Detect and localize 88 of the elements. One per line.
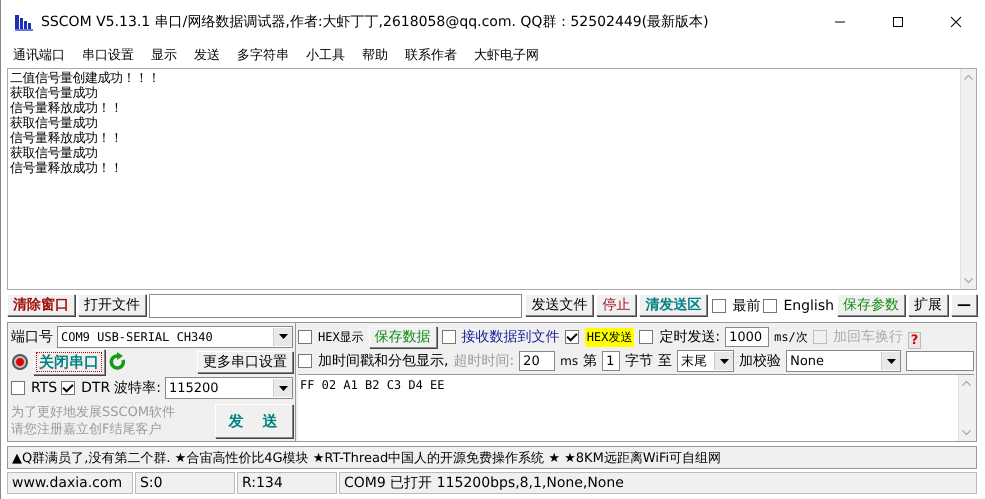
stop-button[interactable]: 停止 [596, 294, 636, 316]
menu-item[interactable]: 通讯端口 [13, 46, 65, 64]
refresh-icon [109, 352, 127, 372]
port-dropdown[interactable]: COM9 USB-SERIAL CH340 [57, 326, 293, 348]
checkbox-label: 加回车换行 [832, 328, 903, 346]
file-path-field[interactable] [149, 294, 522, 318]
caret-icon [278, 334, 288, 340]
status-cell: COM9 已打开 115200bps,8,1,None,None [339, 472, 977, 494]
checkbox[interactable] [564, 330, 579, 344]
app-icon [14, 13, 34, 31]
timeout-field[interactable]: 20 [519, 351, 556, 371]
save-params-button[interactable]: 保存参数 [837, 294, 905, 316]
checkbox[interactable] [298, 354, 312, 368]
maximize-icon [892, 16, 904, 28]
send-button[interactable]: 发 送 [215, 404, 293, 438]
text-line: 信号量释放成功！！ [10, 101, 124, 116]
text-line: 获取信号量成功 [10, 146, 98, 161]
checkbox[interactable] [639, 330, 654, 344]
unit-label: ms/次 [774, 328, 808, 346]
close-port-button[interactable]: 关闭串口 [33, 349, 105, 376]
menu-item[interactable]: 联系作者 [405, 46, 457, 64]
text-line: 信号量释放成功！！ [10, 161, 124, 176]
scrollbar[interactable] [960, 69, 976, 289]
baud-dropdown[interactable]: 115200 [164, 377, 293, 400]
checkbox[interactable] [61, 381, 76, 396]
to-label: 至 [658, 352, 672, 370]
text-line: 获取信号量成功 [10, 116, 98, 131]
status-cell: R:134 [237, 472, 337, 494]
menu-item[interactable]: 多字符串 [237, 46, 289, 64]
menu-item[interactable]: 帮助 [362, 46, 388, 64]
menu-item[interactable]: 小工具 [306, 46, 345, 64]
checksum-dropdown[interactable]: None [786, 350, 902, 372]
port-label: 端口号 [11, 328, 53, 346]
checkbox-label: HEX发送 [584, 328, 634, 346]
clear-window-button[interactable]: 清除窗口 [7, 294, 75, 316]
from-byte-field[interactable]: 1 [602, 351, 620, 371]
checkbox[interactable] [442, 330, 456, 344]
status-cell: S:0 [135, 472, 235, 494]
extra-field[interactable] [906, 351, 974, 371]
scroll-down-icon [964, 278, 973, 283]
more-settings-button[interactable]: 更多串口设置 [197, 351, 293, 374]
checkbox-label: HEX显示 [318, 328, 364, 346]
checkbox[interactable] [712, 299, 726, 313]
checkbox-label: 接收数据到文件 [462, 328, 560, 346]
status-cell: www.daxia.com [7, 472, 133, 494]
menu-item[interactable]: 显示 [151, 46, 177, 64]
collapse-button[interactable]: — [951, 294, 977, 316]
caret-icon [886, 358, 896, 364]
text-line: 信号量释放成功！！ [10, 131, 124, 146]
interval-field[interactable]: 1000 [725, 327, 770, 347]
from-label: 第 [583, 352, 598, 370]
checkbox-label: 加时间戳和分包显示, [318, 352, 448, 370]
timeout-label: 超时时间: [453, 352, 514, 370]
menu-item[interactable]: 大虾电子网 [474, 46, 539, 64]
byte-label: 字节 [625, 352, 654, 370]
scrollbar[interactable] [958, 375, 974, 441]
promo-text: 请您注册嘉立创F结尾客户 [11, 421, 162, 438]
open-file-button[interactable]: 打开文件 [78, 294, 146, 316]
checkbox-label: RTS [31, 380, 58, 396]
menu-item[interactable]: 串口设置 [82, 46, 134, 64]
save-data-button[interactable]: 保存数据 [368, 326, 437, 348]
checksum-label: 加校验 [739, 352, 782, 370]
checkbox-label: 最前 [732, 297, 760, 315]
text-line: 二值信号量创建成功！！！ [10, 71, 161, 86]
close-icon [950, 16, 962, 28]
send-file-button[interactable]: 发送文件 [525, 294, 594, 316]
scroll-up-icon [962, 381, 971, 386]
caret-icon [720, 358, 729, 364]
checkbox-label: 定时发送: [659, 328, 720, 346]
checkbox[interactable] [298, 330, 312, 344]
scroll-down-icon [962, 430, 971, 435]
to-dropdown[interactable]: 末尾 [677, 350, 734, 372]
checkbox[interactable] [763, 299, 778, 313]
menu-item[interactable]: 发送 [194, 46, 220, 64]
checkbox-label: DTR [81, 380, 110, 396]
help-icon[interactable]: ? [908, 332, 922, 349]
text-line: 获取信号量成功 [10, 86, 98, 101]
clear-send-button[interactable]: 清发送区 [639, 294, 708, 316]
window-title: SSCOM V5.13.1 串口/网络数据调试器,作者:大虾丁丁,2618058@qq.com. QQ群：52502449(最新版本) [41, 13, 710, 31]
checkbox[interactable] [11, 381, 25, 396]
baud-label: 波特率: [114, 379, 161, 398]
ms-label: ms [560, 354, 578, 368]
checkbox-label: English [783, 298, 834, 314]
caret-icon [278, 386, 288, 391]
expand-button[interactable]: 扩展 [908, 294, 948, 316]
ticker-text: ▲Q群满员了,没有第二个群. ★合宙高性价比4G模块 ★RT-Thread中国人的开源免费操作系统 ★ ★8KM远距离WiFi可自组网 [12, 450, 722, 466]
scroll-up-icon [964, 75, 973, 80]
promo-text: 为了更好地发展SSCOM软件 [11, 404, 176, 422]
